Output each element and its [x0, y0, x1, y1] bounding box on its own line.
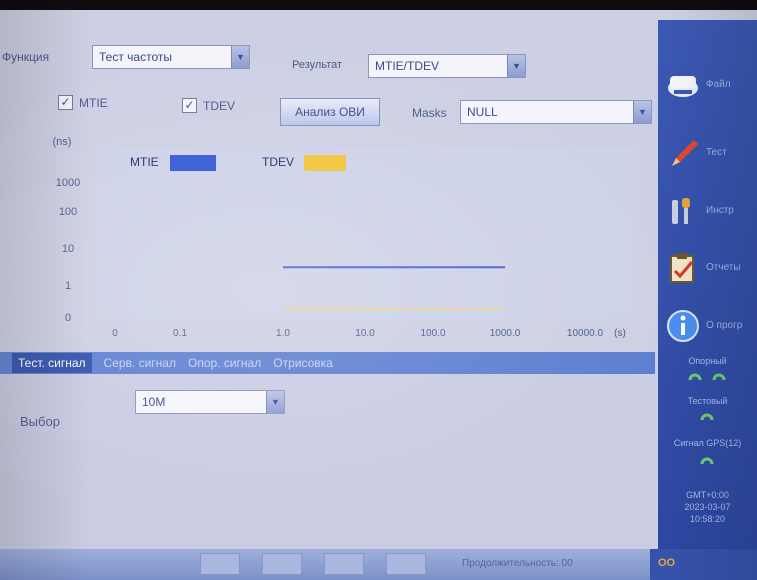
clock-text: 10:58:20	[689, 514, 726, 524]
chart-svg: (ns) 0 1 10 100 1000 0 0.1 1.0 10.0 100.0 1000.0 100…	[53, 136, 638, 339]
chevron-down-icon[interactable]: ▼	[266, 391, 284, 413]
tdev-checkbox-label: TDEV	[203, 98, 236, 113]
legend-swatch	[304, 155, 346, 171]
sidebar-item-label: Отчеты	[706, 262, 741, 273]
sidebar: Файл Тест Инстр Отчеты О прогр Опорный Т…	[658, 20, 757, 560]
x-axis-unit: (s)	[614, 328, 626, 339]
tab-service-signal[interactable]: Серв. сигнал	[104, 356, 176, 370]
status-button[interactable]	[262, 553, 302, 575]
mtie-checkbox-label: MTIE	[79, 95, 108, 110]
function-label: Функция	[2, 50, 50, 64]
duration-text: Продолжительность: 00	[462, 558, 573, 569]
result-label: Результат	[292, 59, 343, 71]
y-tick-label: 100	[59, 206, 77, 218]
chevron-down-icon[interactable]: ▼	[231, 46, 249, 68]
x-tick-label: 10000.0	[567, 328, 604, 339]
chevron-down-icon[interactable]: ▼	[633, 101, 651, 123]
test-status-label: Тестовый	[687, 396, 728, 406]
sidebar-item-label: Тест	[706, 147, 727, 158]
sidebar-item-label: Инстр	[706, 205, 734, 216]
checkmark-icon[interactable]: ✓	[58, 95, 73, 110]
legend-label: TDEV	[262, 155, 294, 169]
x-tick-label: 1.0	[276, 328, 290, 339]
floppy-icon	[668, 76, 698, 97]
frequency-select-value: 10M	[142, 395, 166, 409]
status-bar: Продолжительность: 00 OO	[0, 549, 757, 580]
status-button[interactable]	[386, 553, 426, 575]
y-tick-label: 1	[65, 280, 71, 292]
reference-status-label: Опорный	[688, 356, 727, 366]
y-tick-label: 1000	[56, 177, 80, 189]
y-tick-label: 0	[65, 312, 71, 324]
tab-content-panel: Выбор 10M ▼	[0, 374, 655, 559]
sidebar-item-test[interactable]: Тест	[658, 128, 757, 182]
result-select-value: MTIE/TDEV	[375, 59, 440, 73]
test-led-icon	[700, 413, 714, 421]
masks-select-value: NULL	[467, 105, 498, 119]
tab-rendering[interactable]: Отрисовка	[273, 356, 333, 370]
info-icon	[667, 310, 699, 342]
legend-label: MTIE	[130, 155, 159, 169]
tab-bar: Тест. сигнал Серв. сигнал Опор. сигнал О…	[0, 352, 655, 374]
status-button[interactable]	[324, 553, 364, 575]
chevron-down-icon[interactable]: ▼	[507, 55, 525, 77]
plot-area	[98, 147, 638, 319]
brand-logo: OO	[650, 549, 757, 580]
sidebar-item-about[interactable]: О прогр	[658, 301, 757, 355]
reference-led-icon	[688, 373, 702, 381]
mtie-checkbox[interactable]: ✓ MTIE	[58, 95, 108, 110]
x-tick-label: 100.0	[420, 328, 445, 339]
pencil-icon	[672, 140, 698, 166]
y-axis-unit: (ns)	[53, 136, 72, 148]
sidebar-item-label: О прогр	[706, 320, 743, 331]
x-tick-label: 0	[112, 328, 118, 339]
date-text: 2023-03-07	[684, 502, 731, 512]
app-screen: Функция Тест частоты ▼ Результат MTIE/TD…	[0, 10, 757, 580]
sidebar-item-label: Файл	[706, 79, 731, 90]
gps-led-icon	[700, 457, 714, 465]
status-button[interactable]	[200, 553, 240, 575]
select-label: Выбор	[20, 414, 60, 429]
ovi-analysis-button[interactable]: Анализ ОВИ	[280, 98, 380, 126]
sidebar-item-reports[interactable]: Отчеты	[658, 243, 757, 297]
result-select[interactable]: MTIE/TDEV ▼	[368, 54, 526, 78]
masks-select[interactable]: NULL ▼	[460, 100, 652, 124]
reference-led-icon	[712, 373, 726, 381]
x-tick-label: 10.0	[355, 328, 375, 339]
mtie-tdev-chart: (ns) 0 1 10 100 1000 0 0.1 1.0 10.0 100.0 1000.0 100…	[0, 125, 655, 340]
tab-test-signal[interactable]: Тест. сигнал	[12, 353, 92, 373]
tdev-checkbox[interactable]: ✓ TDEV	[182, 98, 235, 113]
x-tick-label: 1000.0	[490, 328, 521, 339]
function-select[interactable]: Тест частоты ▼	[92, 45, 250, 69]
checkmark-icon[interactable]: ✓	[182, 98, 197, 113]
legend-swatch	[170, 155, 216, 171]
timezone-text: GMT+0:00	[686, 490, 729, 500]
x-tick-label: 0.1	[173, 328, 187, 339]
sidebar-item-tools[interactable]: Инстр	[658, 186, 757, 240]
frequency-select[interactable]: 10M ▼	[135, 390, 285, 414]
sidebar-item-file[interactable]: Файл	[658, 60, 757, 114]
clipboard-icon	[670, 253, 694, 283]
function-select-value: Тест частоты	[99, 50, 172, 64]
masks-label: Masks	[412, 106, 447, 120]
gps-status-label: Сигнал GPS(12)	[673, 438, 742, 448]
tab-reference-signal[interactable]: Опор. сигнал	[188, 356, 261, 370]
tools-icon	[672, 198, 690, 224]
y-tick-label: 10	[62, 243, 74, 255]
